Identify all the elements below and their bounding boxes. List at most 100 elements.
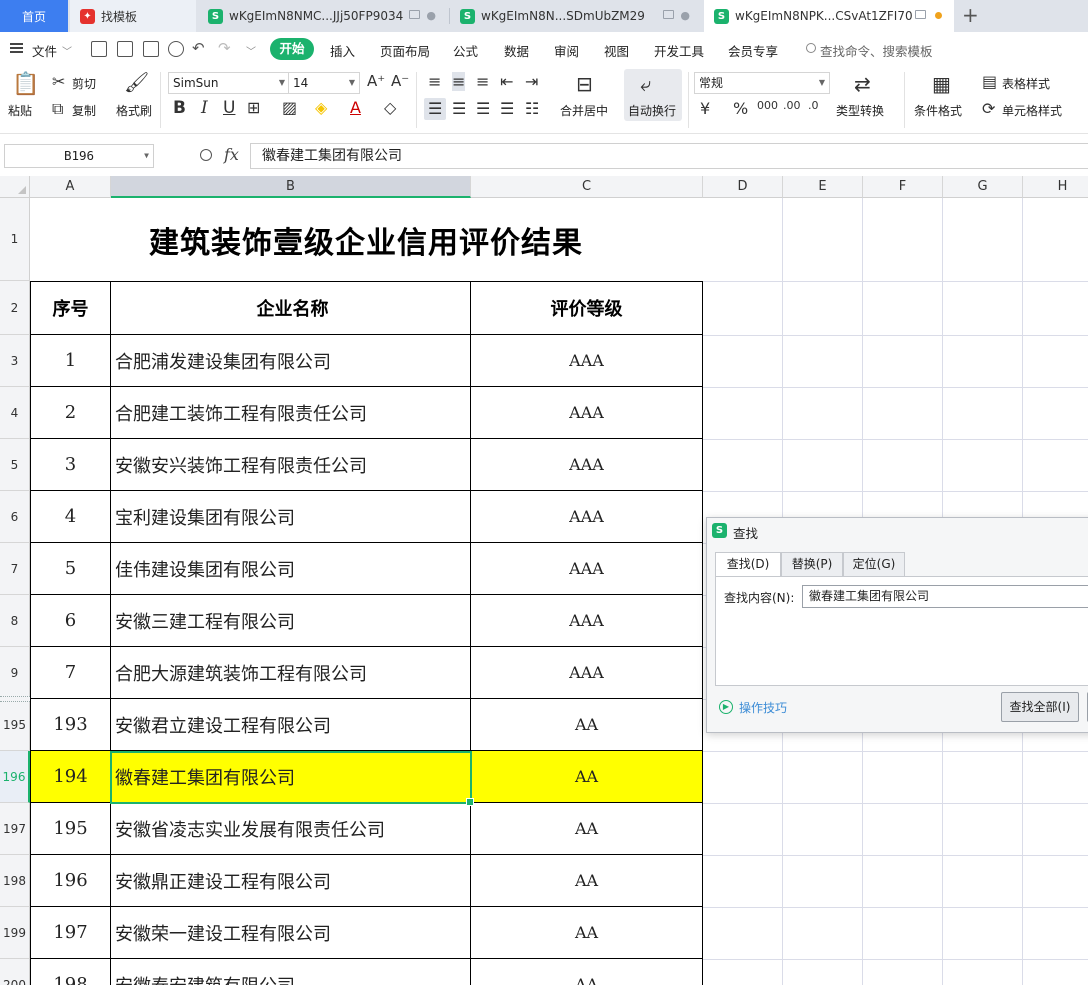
cut-button[interactable]: 剪切 bbox=[72, 75, 96, 92]
cell-grade[interactable]: AAA bbox=[471, 335, 703, 386]
cell-no[interactable]: 1 bbox=[30, 335, 111, 386]
cell-grade[interactable]: AAA bbox=[471, 491, 703, 542]
row-header[interactable]: 7 bbox=[0, 543, 30, 595]
column-header-d[interactable]: D bbox=[703, 176, 783, 198]
cell-grade[interactable]: AA bbox=[471, 751, 703, 802]
sheet-title[interactable]: 建筑装饰壹级企业信用评价结果 bbox=[30, 198, 702, 281]
redo-icon[interactable]: ↷ bbox=[218, 39, 231, 57]
cell-grade[interactable]: AA bbox=[471, 803, 703, 854]
menu-hamburger-icon[interactable] bbox=[10, 43, 23, 53]
cell-no[interactable]: 2 bbox=[30, 387, 111, 438]
clear-format-icon[interactable]: ◇ bbox=[384, 98, 396, 117]
merge-icon[interactable]: ⊟ bbox=[576, 72, 593, 96]
cell-no[interactable]: 5 bbox=[30, 543, 111, 594]
indent-decrease-icon[interactable]: ⇤ bbox=[500, 72, 513, 91]
cell-style-icon[interactable]: ⟳ bbox=[982, 99, 995, 118]
row-header[interactable]: 199 bbox=[0, 907, 30, 959]
select-all-corner[interactable] bbox=[0, 176, 30, 198]
percent-icon[interactable]: % bbox=[733, 99, 748, 118]
cell-no[interactable]: 194 bbox=[30, 751, 111, 802]
column-header-h[interactable]: H bbox=[1023, 176, 1088, 198]
column-header-b[interactable]: B bbox=[111, 176, 471, 198]
copy-button[interactable]: 复制 bbox=[72, 102, 96, 119]
number-format-select[interactable]: 常规 ▼ bbox=[694, 72, 830, 94]
tab-find[interactable]: 查找(D) bbox=[715, 552, 781, 577]
align-center-icon[interactable]: ☰ bbox=[452, 99, 466, 118]
cell-company-name[interactable]: 安徽省凌志实业发展有限责任公司 bbox=[111, 803, 471, 854]
tab-templates[interactable]: ✦ 找模板 bbox=[70, 0, 196, 32]
row-header[interactable]: 197 bbox=[0, 803, 30, 855]
monitor-icon[interactable] bbox=[915, 10, 926, 19]
column-header-e[interactable]: E bbox=[783, 176, 863, 198]
table-style-button[interactable]: 表格样式 bbox=[1002, 75, 1050, 92]
cell-no[interactable]: 4 bbox=[30, 491, 111, 542]
cell-style-button[interactable]: 单元格样式 bbox=[1002, 102, 1062, 119]
fx-icon[interactable]: fx bbox=[224, 145, 239, 164]
row-header[interactable]: 3 bbox=[0, 335, 30, 387]
row-header[interactable]: 200 bbox=[0, 959, 30, 985]
paste-icon[interactable]: 📋 bbox=[12, 72, 39, 97]
font-increase-icon[interactable]: A⁺ bbox=[367, 72, 385, 90]
tab-replace[interactable]: 替换(P) bbox=[781, 552, 843, 576]
menu-page-layout[interactable]: 页面布局 bbox=[380, 41, 430, 60]
formula-input[interactable]: 徽春建工集团有限公司 bbox=[250, 143, 1088, 169]
save-icon[interactable] bbox=[91, 41, 107, 57]
font-name-select[interactable]: SimSun ▼ bbox=[168, 72, 290, 94]
cell-no[interactable]: 3 bbox=[30, 439, 111, 490]
export-pdf-icon[interactable] bbox=[117, 41, 133, 57]
type-convert-button[interactable]: 类型转换 bbox=[836, 102, 884, 119]
currency-icon[interactable]: ¥ bbox=[700, 99, 710, 118]
row-header[interactable]: 196 bbox=[0, 751, 30, 803]
cell-grade[interactable]: AA bbox=[471, 907, 703, 958]
more-chevron-icon[interactable]: ﹀ bbox=[246, 43, 256, 58]
cell-company-name[interactable]: 宝利建设集团有限公司 bbox=[111, 491, 471, 542]
find-content-input[interactable]: 徽春建工集团有限公司 bbox=[802, 585, 1088, 608]
menu-formula[interactable]: 公式 bbox=[453, 41, 478, 60]
header-no[interactable]: 序号 bbox=[30, 282, 111, 334]
underline-icon[interactable]: U bbox=[223, 98, 235, 118]
align-top-icon[interactable]: ≡ bbox=[428, 72, 441, 91]
cell-grade[interactable]: AAA bbox=[471, 647, 703, 698]
cell-company-name[interactable]: 安徽安兴装饰工程有限责任公司 bbox=[111, 439, 471, 490]
copy-icon[interactable]: ⧉ bbox=[52, 99, 63, 119]
new-tab-plus-icon[interactable]: + bbox=[962, 3, 979, 27]
active-cell-selection[interactable] bbox=[110, 751, 474, 806]
tab-goto[interactable]: 定位(G) bbox=[843, 552, 905, 576]
align-left-icon[interactable]: ☰ bbox=[428, 99, 442, 118]
cell-no[interactable]: 6 bbox=[30, 595, 111, 646]
tab-sheet-3-active[interactable]: S wKgEImN8NPK...CSvAt1ZFI70 bbox=[704, 0, 954, 32]
column-header-g[interactable]: G bbox=[943, 176, 1023, 198]
command-search[interactable]: 查找命令、搜索模板 bbox=[820, 41, 933, 60]
format-painter-button[interactable]: 格式刷 bbox=[116, 102, 152, 119]
unsaved-dot-icon[interactable] bbox=[935, 12, 942, 19]
cell-grade[interactable]: AAA bbox=[471, 387, 703, 438]
print-icon[interactable] bbox=[143, 41, 159, 57]
cell-no[interactable]: 7 bbox=[30, 647, 111, 698]
cell-company-name[interactable]: 安徽荣一建设工程有限公司 bbox=[111, 907, 471, 958]
row-header[interactable]: 5 bbox=[0, 439, 30, 491]
cell-company-name[interactable]: 安徽君立建设工程有限公司 bbox=[111, 699, 471, 750]
font-decrease-icon[interactable]: A⁻ bbox=[391, 72, 409, 90]
distributed-icon[interactable]: ☷ bbox=[525, 99, 539, 118]
play-circle-icon[interactable]: ▶ bbox=[719, 700, 733, 714]
align-bottom-icon[interactable]: ≡ bbox=[476, 72, 489, 91]
dialog-titlebar[interactable]: S 查找 bbox=[707, 518, 1088, 544]
paste-button[interactable]: 粘贴 bbox=[8, 102, 32, 119]
cell-no[interactable]: 197 bbox=[30, 907, 111, 958]
menu-developer[interactable]: 开发工具 bbox=[654, 41, 704, 60]
cell-grade[interactable]: AAA bbox=[471, 543, 703, 594]
row-header[interactable]: 198 bbox=[0, 855, 30, 907]
format-painter-icon[interactable]: 🖌 bbox=[124, 70, 149, 94]
cell-company-name[interactable]: 安徽三建工程有限公司 bbox=[111, 595, 471, 646]
italic-icon[interactable]: I bbox=[201, 98, 208, 118]
border-icon[interactable]: ⊞ bbox=[247, 98, 260, 117]
menu-member[interactable]: 会员专享 bbox=[728, 41, 778, 60]
cell-company-name[interactable]: 合肥浦发建设集团有限公司 bbox=[111, 335, 471, 386]
column-header-f[interactable]: F bbox=[863, 176, 943, 198]
cut-icon[interactable]: ✂ bbox=[52, 72, 65, 91]
row-header[interactable]: 6 bbox=[0, 491, 30, 543]
tab-sheet-1[interactable]: S wKgEImN8NMC...JJj50FP9034 ● bbox=[198, 0, 448, 32]
type-convert-icon[interactable]: ⇄ bbox=[854, 72, 871, 96]
cell-company-name[interactable]: 安徽鼎正建设工程有限公司 bbox=[111, 855, 471, 906]
justify-icon[interactable]: ☰ bbox=[500, 99, 514, 118]
